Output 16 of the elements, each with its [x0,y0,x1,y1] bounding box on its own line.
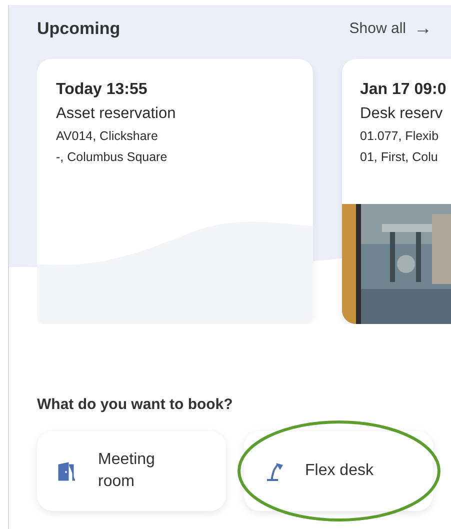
reservation-type: Asset reservation [56,105,177,123]
door-icon [56,460,78,482]
reservation-detail: 01.077, Flexib [360,129,440,143]
section-title: Upcoming [37,18,120,38]
reservation-detail: AV014, Clickshare [56,129,159,143]
reservation-location: 01, First, Colu [360,150,439,164]
reservation-time: Jan 17 09:0 [360,81,448,99]
reservation-card[interactable]: Jan 17 09:0 Desk reserv 01.077, Flexib 01, First, Colu [342,59,451,324]
show-all-link[interactable]: Show all → [349,18,432,39]
reservation-card[interactable]: Today 13:55 Asset reservation AV014, Clickshare -, Columbus Square [37,59,313,324]
reservation-location: -, Columbus Square [56,150,168,164]
booking-option[interactable]: Flex desk [244,431,433,511]
section-title: What do you want to book? [37,396,234,413]
reservation-time: Today 13:55 [56,81,148,99]
reservation-type: Desk reserv [360,105,444,123]
booking-option[interactable]: Meeting room [37,431,226,511]
